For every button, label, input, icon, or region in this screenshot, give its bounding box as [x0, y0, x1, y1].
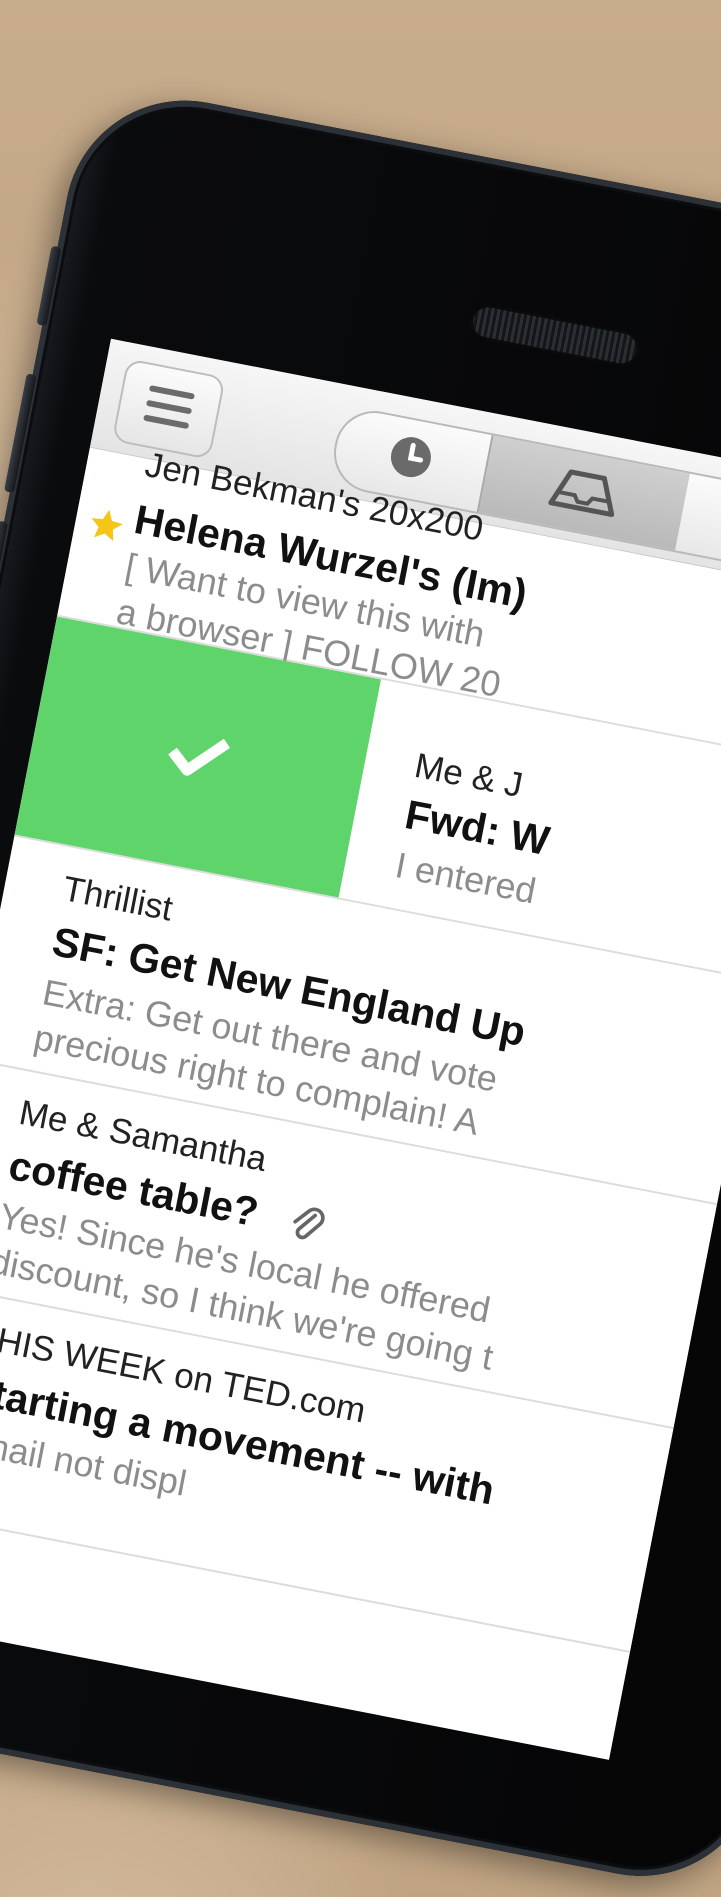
clock-icon — [384, 431, 437, 487]
app-screen: Jen Bekman's 20x200 Helena Wurzel's (Im)… — [0, 339, 721, 1760]
inbox-tray-icon — [545, 462, 623, 523]
earpiece-speaker — [468, 302, 641, 368]
volume-up-button — [4, 373, 37, 493]
mute-switch — [36, 246, 61, 326]
phone-device: Jen Bekman's 20x200 Helena Wurzel's (Im)… — [0, 80, 721, 1896]
star-icon[interactable] — [83, 503, 129, 552]
email-sender: Thrillist — [59, 869, 175, 929]
check-icon — [163, 726, 232, 788]
hamburger-icon — [142, 383, 196, 436]
volume-down-button — [0, 521, 8, 641]
menu-button[interactable] — [112, 358, 226, 460]
paperclip-icon — [286, 1203, 328, 1254]
